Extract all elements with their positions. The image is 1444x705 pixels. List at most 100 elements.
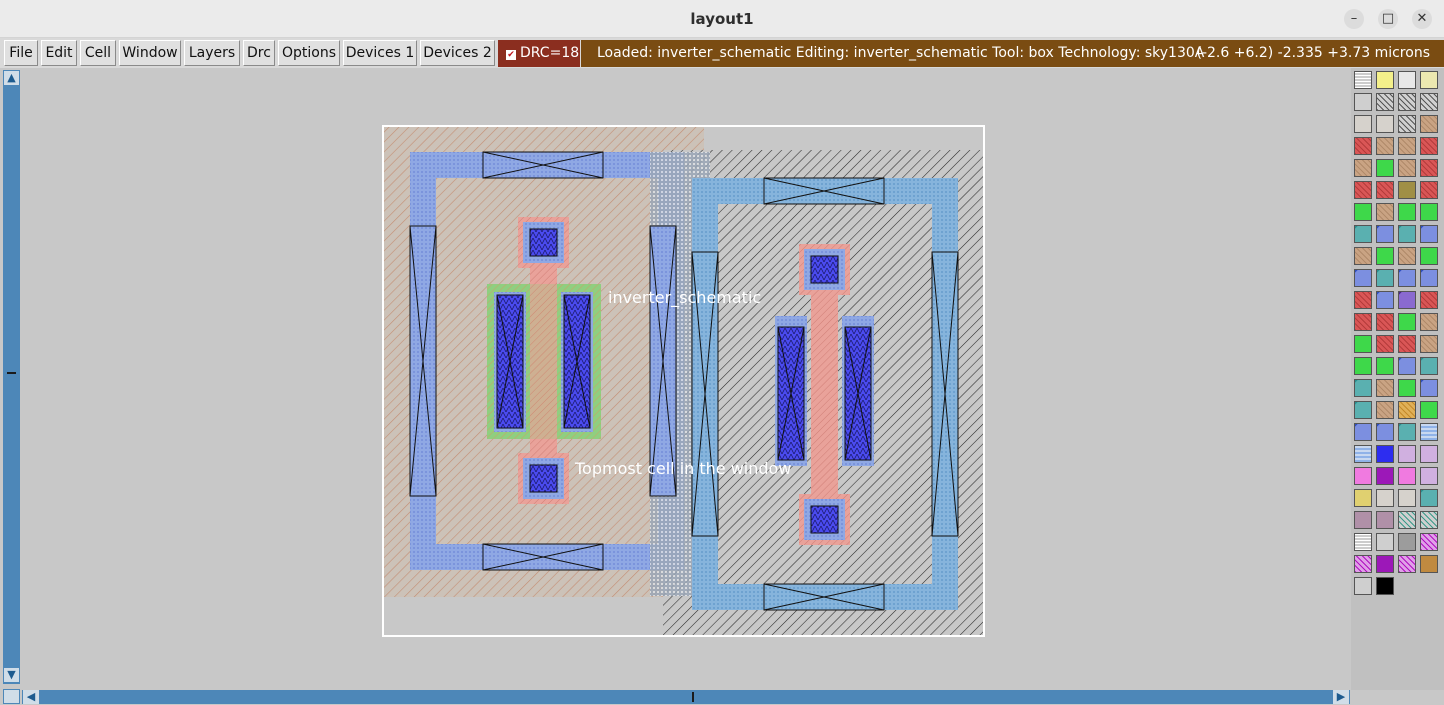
layer-swatch[interactable] xyxy=(1354,511,1372,529)
menu-cell[interactable]: Cell xyxy=(80,40,116,66)
layer-swatch[interactable] xyxy=(1398,137,1416,155)
layer-swatch[interactable] xyxy=(1376,335,1394,353)
layer-swatch[interactable] xyxy=(1376,577,1394,595)
layer-swatch[interactable] xyxy=(1354,577,1372,595)
minimize-icon[interactable]: – xyxy=(1344,9,1364,29)
layer-swatch[interactable] xyxy=(1354,225,1372,243)
layer-swatch[interactable] xyxy=(1376,269,1394,287)
menu-file[interactable]: File xyxy=(4,40,38,66)
layer-swatch[interactable] xyxy=(1376,137,1394,155)
layer-swatch[interactable] xyxy=(1420,313,1438,331)
layer-swatch[interactable] xyxy=(1420,511,1438,529)
layer-swatch[interactable] xyxy=(1354,93,1372,111)
layer-swatch[interactable] xyxy=(1376,401,1394,419)
close-icon[interactable]: ✕ xyxy=(1412,9,1432,29)
layer-swatch[interactable] xyxy=(1420,181,1438,199)
layer-swatch[interactable] xyxy=(1398,357,1416,375)
layer-swatch[interactable] xyxy=(1398,71,1416,89)
menu-layers[interactable]: Layers xyxy=(184,40,240,66)
layer-swatch[interactable] xyxy=(1398,159,1416,177)
layer-swatch[interactable] xyxy=(1420,269,1438,287)
layer-swatch[interactable] xyxy=(1420,467,1438,485)
layer-swatch[interactable] xyxy=(1354,533,1372,551)
layer-swatch[interactable] xyxy=(1398,445,1416,463)
layer-swatch[interactable] xyxy=(1420,115,1438,133)
layer-swatch[interactable] xyxy=(1376,489,1394,507)
layer-swatch[interactable] xyxy=(1398,335,1416,353)
layer-swatch[interactable] xyxy=(1354,137,1372,155)
layer-swatch[interactable] xyxy=(1354,445,1372,463)
layer-swatch[interactable] xyxy=(1398,379,1416,397)
layer-swatch[interactable] xyxy=(1398,181,1416,199)
layer-swatch[interactable] xyxy=(1420,291,1438,309)
layer-swatch[interactable] xyxy=(1354,401,1372,419)
layer-swatch[interactable] xyxy=(1354,313,1372,331)
maximize-icon[interactable]: □ xyxy=(1378,9,1398,29)
scroll-down-icon[interactable]: ▼ xyxy=(4,668,19,682)
scroll-left-icon[interactable]: ◀ xyxy=(23,690,39,704)
layer-swatch[interactable] xyxy=(1376,533,1394,551)
layer-swatch[interactable] xyxy=(1354,269,1372,287)
zoom-box-icon[interactable] xyxy=(3,689,20,704)
layer-swatch[interactable] xyxy=(1420,225,1438,243)
layer-swatch[interactable] xyxy=(1398,511,1416,529)
layer-swatch[interactable] xyxy=(1420,489,1438,507)
layer-swatch[interactable] xyxy=(1354,467,1372,485)
layer-swatch[interactable] xyxy=(1376,93,1394,111)
layer-swatch[interactable] xyxy=(1376,423,1394,441)
layer-swatch[interactable] xyxy=(1420,247,1438,265)
layer-swatch[interactable] xyxy=(1420,445,1438,463)
menu-devices-1[interactable]: Devices 1 xyxy=(343,40,417,66)
scroll-up-icon[interactable]: ▲ xyxy=(4,71,19,85)
layer-swatch[interactable] xyxy=(1376,357,1394,375)
menu-window[interactable]: Window xyxy=(119,40,181,66)
layer-swatch[interactable] xyxy=(1420,203,1438,221)
layer-swatch[interactable] xyxy=(1398,401,1416,419)
layer-swatch[interactable] xyxy=(1354,71,1372,89)
layer-swatch[interactable] xyxy=(1420,401,1438,419)
layer-swatch[interactable] xyxy=(1376,71,1394,89)
layer-swatch[interactable] xyxy=(1376,203,1394,221)
horizontal-scrollbar[interactable]: ◀ ▶ xyxy=(22,690,1350,704)
layer-swatch[interactable] xyxy=(1398,555,1416,573)
layer-swatch[interactable] xyxy=(1398,467,1416,485)
drc-toggle[interactable]: ✔ DRC=18 xyxy=(498,40,580,67)
layer-swatch[interactable] xyxy=(1420,555,1438,573)
layer-swatch[interactable] xyxy=(1398,533,1416,551)
checkbox-checked-icon[interactable]: ✔ xyxy=(506,50,516,60)
layer-swatch[interactable] xyxy=(1376,445,1394,463)
layer-swatch[interactable] xyxy=(1398,489,1416,507)
vertical-scroll-thumb[interactable] xyxy=(7,372,16,374)
layer-swatch[interactable] xyxy=(1420,423,1438,441)
layer-swatch[interactable] xyxy=(1398,247,1416,265)
layer-swatch[interactable] xyxy=(1398,313,1416,331)
layer-swatch[interactable] xyxy=(1354,203,1372,221)
layer-swatch[interactable] xyxy=(1376,313,1394,331)
layer-swatch[interactable] xyxy=(1398,93,1416,111)
layer-swatch[interactable] xyxy=(1376,247,1394,265)
menu-devices-2[interactable]: Devices 2 xyxy=(420,40,495,66)
layer-swatch[interactable] xyxy=(1354,357,1372,375)
layer-swatch[interactable] xyxy=(1398,225,1416,243)
layer-swatch[interactable] xyxy=(1354,247,1372,265)
menu-options[interactable]: Options xyxy=(278,40,340,66)
menu-drc[interactable]: Drc xyxy=(243,40,275,66)
layer-swatch[interactable] xyxy=(1376,291,1394,309)
layer-swatch[interactable] xyxy=(1398,291,1416,309)
layer-swatch[interactable] xyxy=(1376,379,1394,397)
layer-swatch[interactable] xyxy=(1376,159,1394,177)
layer-swatch[interactable] xyxy=(1420,335,1438,353)
layer-swatch[interactable] xyxy=(1420,93,1438,111)
scroll-right-icon[interactable]: ▶ xyxy=(1333,690,1349,704)
layer-swatch[interactable] xyxy=(1354,379,1372,397)
layer-swatch[interactable] xyxy=(1420,159,1438,177)
vertical-scrollbar[interactable]: ▲ ▼ xyxy=(3,70,20,684)
layer-swatch[interactable] xyxy=(1398,115,1416,133)
layer-swatch[interactable] xyxy=(1376,115,1394,133)
layer-swatch[interactable] xyxy=(1354,335,1372,353)
layer-swatch[interactable] xyxy=(1354,555,1372,573)
layer-swatch[interactable] xyxy=(1354,181,1372,199)
layer-swatch[interactable] xyxy=(1420,357,1438,375)
menu-edit[interactable]: Edit xyxy=(41,40,77,66)
layer-swatch[interactable] xyxy=(1354,489,1372,507)
